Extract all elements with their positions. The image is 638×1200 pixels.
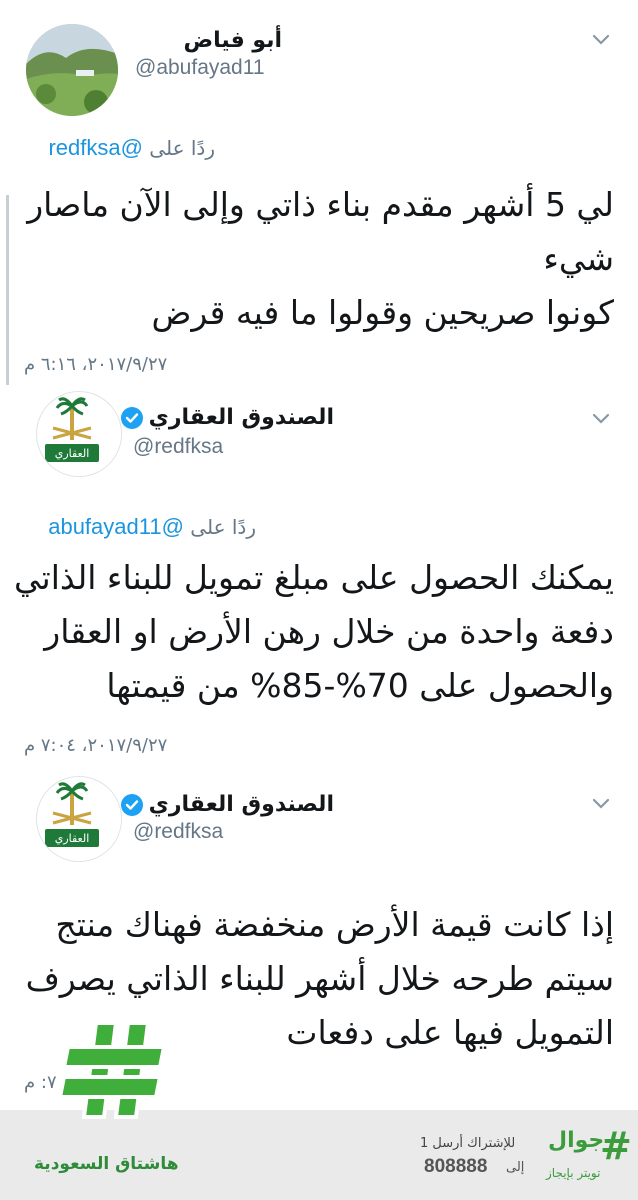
- tweet-timestamp[interactable]: ٢٠١٧/٩/٢٧، ٦:١٦ م: [24, 354, 167, 375]
- display-name[interactable]: الصندوق العقاري: [149, 792, 334, 817]
- chevron-down-icon[interactable]: [590, 792, 612, 814]
- display-name[interactable]: أبو فياض: [184, 28, 283, 53]
- verified-badge-icon: [120, 406, 143, 429]
- user-handle[interactable]: @redfksa: [133, 435, 223, 459]
- reply-prefix: ردًا على: [149, 136, 215, 160]
- hashtag-logo-icon: [60, 1021, 167, 1119]
- tweet-text: يمكنك الحصول على مبلغ تمويل للبناء الذات…: [14, 558, 614, 705]
- user-handle[interactable]: @abufayad11: [135, 56, 265, 80]
- palm-swords-emblem-icon: العقاري: [38, 393, 121, 476]
- user-handle[interactable]: @redfksa: [133, 820, 223, 844]
- display-name[interactable]: الصندوق العقاري: [149, 405, 334, 430]
- landscape-avatar-icon: [26, 24, 118, 116]
- tweet-header: أبو فياض @abufayad11: [0, 18, 638, 116]
- reply-to-link[interactable]: @redfksa: [48, 135, 143, 160]
- jawal-brand-tagline: تويتر بإيجاز: [546, 1166, 601, 1180]
- reply-to-link[interactable]: @abufayad11: [48, 514, 184, 539]
- emblem-text: العقاري: [55, 447, 90, 460]
- reply-context: ردًا على @abufayad11: [48, 514, 256, 540]
- subscribe-instruction: للإشتراك أرسل 1: [420, 1136, 516, 1151]
- tweet-abufayad[interactable]: أبو فياض @abufayad11 ردًا على @redfksa ل…: [0, 0, 638, 385]
- reply-prefix: ردًا على: [190, 515, 256, 539]
- tweet-redfksa-reply[interactable]: العقاري الصندوق العقاري @redfksa ردًا عل…: [0, 385, 638, 770]
- redf-emblem-avatar[interactable]: العقاري: [36, 776, 122, 862]
- emblem-text: العقاري: [55, 832, 90, 845]
- jawal-hashtag-icon: #: [600, 1124, 632, 1168]
- tweet-timestamp[interactable]: ٢٠١٧/٩/٢٧، ٧:٠٤ م: [24, 735, 167, 756]
- short-code-to-label: إلى: [506, 1160, 525, 1175]
- jawal-brand: جوال: [548, 1128, 605, 1153]
- chevron-down-icon[interactable]: [590, 407, 612, 429]
- verified-badge-icon: [120, 793, 143, 816]
- tweet-text: لي 5 أشهر مقدم بناء ذاتي وإلى الآن ماصار…: [27, 185, 614, 332]
- chevron-down-icon[interactable]: [590, 28, 612, 50]
- reply-context: ردًا على @redfksa: [48, 135, 215, 161]
- palm-swords-emblem-icon: العقاري: [38, 778, 121, 861]
- hashtag-saudi-label: هاشتاق السعودية: [34, 1154, 179, 1174]
- user-avatar[interactable]: [26, 24, 118, 116]
- short-code-number: 808888: [424, 1156, 488, 1177]
- redf-emblem-avatar[interactable]: العقاري: [36, 391, 122, 477]
